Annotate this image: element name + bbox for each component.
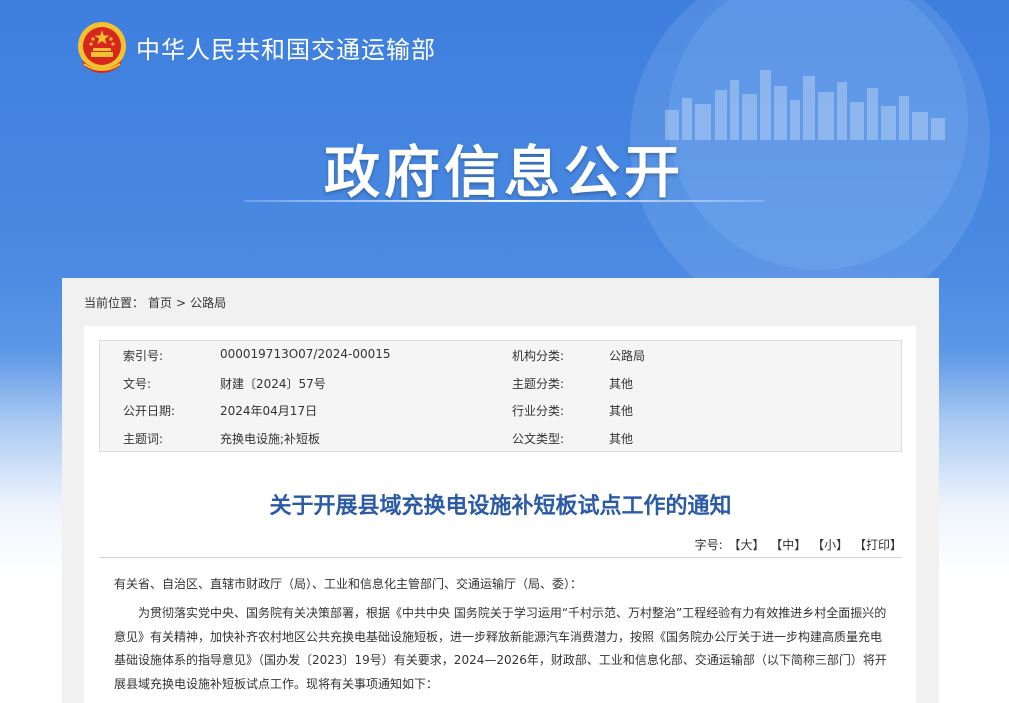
meta-row: 公开日期: 2024年04月17日 行业分类: 其他	[100, 396, 901, 423]
meta-key: 公开日期:	[123, 404, 176, 418]
document-salutation: 有关省、自治区、直辖市财政厅（局）、工业和信息化主管部门、交通运输厅（局、委）：	[114, 577, 583, 591]
meta-value: 其他	[609, 404, 634, 418]
font-size-medium-button[interactable]: 【中】	[770, 538, 806, 552]
meta-row: 主题词: 充换电设施;补短板 公文类型: 其他	[100, 424, 901, 451]
meta-value: 其他	[609, 432, 634, 446]
breadcrumb-item-home[interactable]: 首页	[148, 296, 172, 310]
meta-value: 其他	[609, 377, 634, 391]
meta-key: 机构分类:	[512, 349, 565, 363]
meta-value: 公路局	[609, 349, 646, 363]
breadcrumb: 当前位置： 首页 > 公路局	[84, 294, 230, 311]
meta-value: 000019713O07/2024-00015	[220, 347, 391, 361]
hero-title: 政府信息公开	[324, 141, 684, 206]
meta-key: 主题词:	[123, 432, 164, 446]
ministry-name: 中华人民共和国交通运输部	[136, 36, 436, 64]
document-title: 关于开展县域充换电设施补短板试点工作的通知	[269, 494, 732, 519]
meta-key: 主题分类:	[512, 377, 565, 391]
breadcrumb-item-highway-bureau[interactable]: 公路局	[190, 296, 226, 310]
font-size-large-button[interactable]: 【大】	[728, 538, 764, 552]
breadcrumb-separator: >	[176, 296, 187, 310]
font-size-label: 字号:	[694, 538, 723, 552]
font-size-toolbar: 字号: 【大】 【中】 【小】 【打印】	[99, 536, 902, 558]
meta-value: 充换电设施;补短板	[220, 432, 321, 446]
meta-key: 公文类型:	[512, 432, 565, 446]
breadcrumb-prefix: 当前位置：	[84, 296, 145, 310]
national-emblem-icon	[78, 22, 126, 73]
meta-value: 财建〔2024〕57号	[220, 377, 326, 391]
meta-row: 索引号: 000019713O07/2024-00015 机构分类: 公路局	[100, 341, 901, 368]
font-size-small-button[interactable]: 【小】	[812, 538, 848, 552]
meta-key: 行业分类:	[512, 404, 565, 418]
print-button[interactable]: 【打印】	[854, 538, 902, 552]
meta-key: 索引号:	[123, 349, 164, 363]
hero-underline	[244, 200, 764, 202]
meta-value: 2024年04月17日	[220, 404, 318, 418]
document-body: 有关省、自治区、直辖市财政厅（局）、工业和信息化主管部门、交通运输厅（局、委）：…	[114, 574, 888, 696]
meta-key: 文号:	[123, 377, 152, 391]
document-meta-table: 索引号: 000019713O07/2024-00015 机构分类: 公路局 文…	[99, 340, 902, 452]
document-paragraph: 为贯彻落实党中央、国务院有关决策部署，根据《中共中央 国务院关于学习运用“千村示…	[114, 606, 887, 691]
meta-row: 文号: 财建〔2024〕57号 主题分类: 其他	[100, 369, 901, 396]
header-banner: 中华人民共和国交通运输部 政府信息公开	[0, 0, 1009, 280]
